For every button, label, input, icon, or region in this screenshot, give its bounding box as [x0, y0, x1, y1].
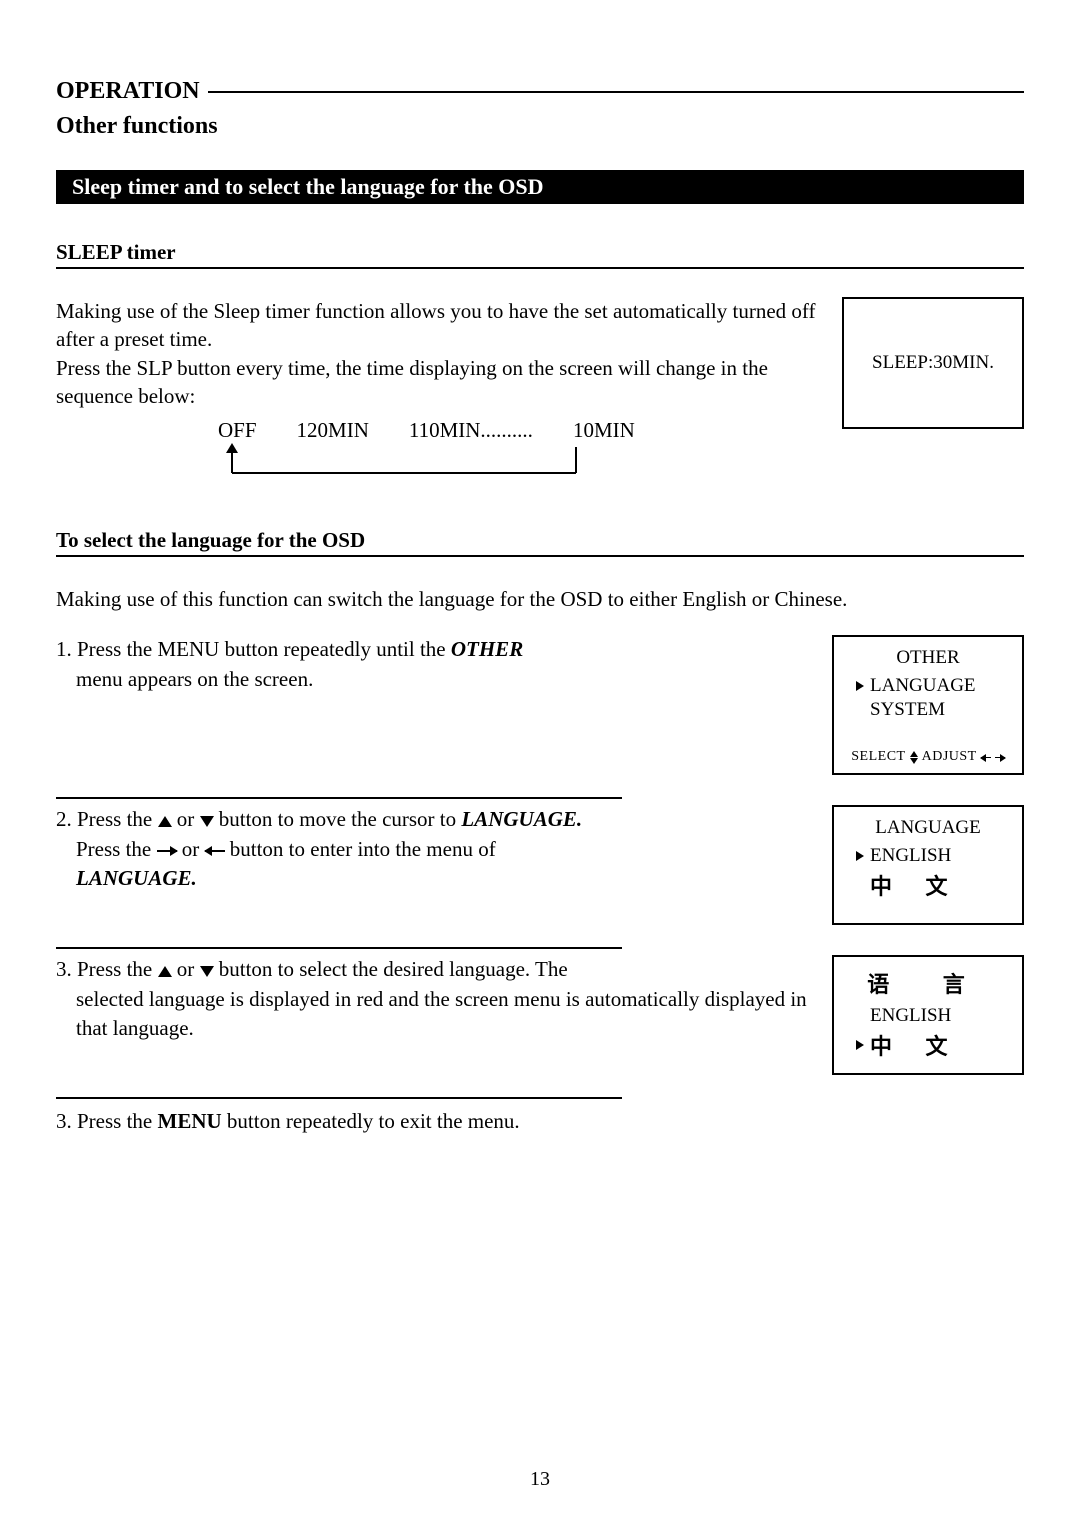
step2-row: 2. Press the or button to move the curso…: [56, 805, 1024, 925]
subsection-title: Other functions: [56, 113, 1024, 140]
divider: [56, 797, 622, 799]
s2f: or: [177, 837, 205, 861]
step1-text: 1. Press the MENU button repeatedly unti…: [56, 635, 828, 694]
arrow-left-icon: [981, 757, 991, 759]
osd1-footer: SELECT ADJUST: [846, 749, 1010, 765]
s2b: or: [172, 807, 200, 831]
divider: [56, 947, 622, 949]
s4b: MENU: [158, 1109, 222, 1133]
s3c: button to select the desired language. T…: [214, 957, 568, 981]
sleep-text: Making use of the Sleep timer function a…: [56, 297, 826, 484]
s4a: 3. Press the: [56, 1109, 158, 1133]
s2line2: Press the or button to enter into the me…: [56, 835, 816, 864]
banner-heading: Sleep timer and to select the language f…: [56, 170, 1024, 204]
up-triangle-icon: [158, 966, 172, 977]
page-number: 13: [0, 1468, 1080, 1491]
lang-intro: Making use of this function can switch t…: [56, 585, 1024, 613]
divider: [208, 91, 1024, 93]
sequence-row: OFF 120MIN 110MIN.......... 10MIN: [218, 416, 826, 444]
osd1-item1: LANGUAGE: [856, 675, 1010, 697]
cursor-icon: [856, 681, 864, 691]
s2a: 2. Press the: [56, 807, 158, 831]
sleep-para1: Making use of the Sleep timer function a…: [56, 299, 816, 351]
section-header: OPERATION: [56, 78, 1024, 105]
divider: [56, 1097, 622, 1099]
seq-10: 10MIN: [573, 416, 635, 444]
step1-row: 1. Press the MENU button repeatedly unti…: [56, 635, 1024, 775]
s2h: LANGUAGE.: [56, 864, 816, 893]
osd2-box: LANGUAGE ENGLISH 中 文: [832, 805, 1024, 925]
s1a: 1. Press the MENU button repeatedly unti…: [56, 637, 451, 661]
arrow-right-icon: [995, 757, 1005, 759]
step3-text: 3. Press the or button to select the des…: [56, 955, 828, 1043]
down-triangle-icon: [200, 816, 214, 827]
updown-icon: [910, 751, 918, 764]
sleep-row: Making use of the Sleep timer function a…: [56, 297, 1024, 484]
sleep-box-text: SLEEP:30MIN.: [872, 352, 994, 374]
s4c: button repeatedly to exit the menu.: [222, 1109, 520, 1133]
sleep-para2: Press the SLP button every time, the tim…: [56, 356, 768, 408]
sleep-osd-box: SLEEP:30MIN.: [842, 297, 1024, 429]
osd1-box: OTHER LANGUAGE SYSTEM SELECT ADJUST: [832, 635, 1024, 775]
osd1-item2: SYSTEM: [870, 699, 1010, 721]
s2g: button to enter into the menu of: [225, 837, 496, 861]
arrow-left-icon: [205, 850, 225, 852]
cursor-icon: [856, 851, 864, 861]
osd1-title: OTHER: [846, 647, 1010, 669]
section-title: OPERATION: [56, 78, 208, 105]
lang-heading: To select the language for the OSD: [56, 528, 1024, 557]
s3a: 3. Press the: [56, 957, 158, 981]
seq-110: 110MIN..........: [409, 416, 533, 444]
s2e: Press the: [76, 837, 157, 861]
step3-row: 3. Press the or button to select the des…: [56, 955, 1024, 1075]
seq-120: 120MIN: [297, 416, 369, 444]
sleep-heading: SLEEP timer: [56, 240, 1024, 269]
osd2-item1: ENGLISH: [856, 845, 1010, 867]
step4-text: 3. Press the MENU button repeatedly to e…: [56, 1107, 1024, 1135]
s2c: button to move the cursor to: [214, 807, 462, 831]
sequence-arrow-icon: [218, 443, 588, 477]
s3b: or: [172, 957, 200, 981]
cursor-icon: [856, 1040, 864, 1050]
osd2-title: LANGUAGE: [846, 817, 1010, 839]
step2-text: 2. Press the or button to move the curso…: [56, 805, 828, 893]
s1b: OTHER: [451, 637, 523, 661]
up-triangle-icon: [158, 816, 172, 827]
osd3-item1: ENGLISH: [870, 1005, 1010, 1027]
s1c: menu appears on the screen.: [56, 665, 816, 694]
s2d: LANGUAGE.: [461, 807, 582, 831]
seq-off: OFF: [218, 416, 257, 444]
osd3-title: 语 言: [846, 967, 1010, 999]
s3d: selected language is displayed in red an…: [56, 985, 816, 1044]
osd3-item2: 中 文: [856, 1029, 1010, 1061]
osd3-box: 语 言 ENGLISH 中 文: [832, 955, 1024, 1075]
osd2-item2: 中 文: [870, 869, 1010, 901]
arrow-right-icon: [157, 850, 177, 852]
down-triangle-icon: [200, 966, 214, 977]
